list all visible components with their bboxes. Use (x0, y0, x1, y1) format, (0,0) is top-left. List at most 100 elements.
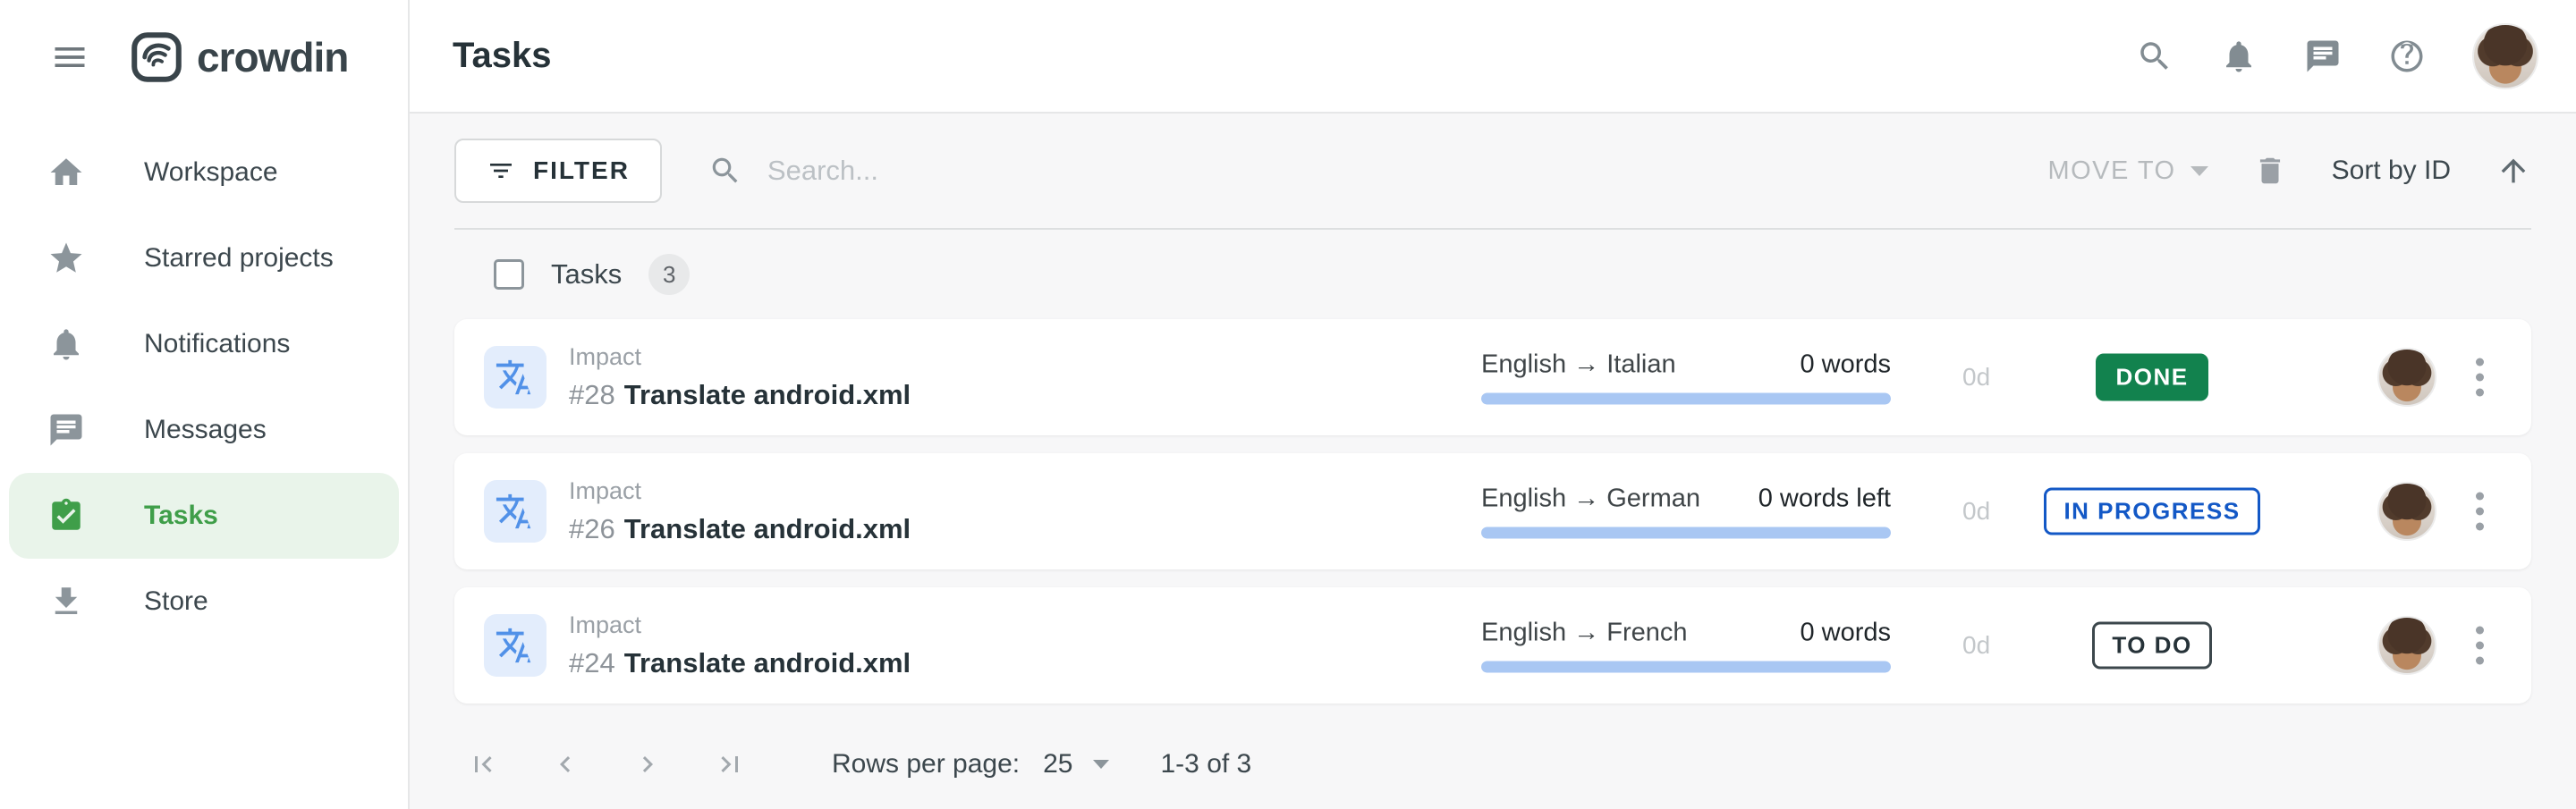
search-input[interactable] (767, 155, 1394, 187)
page-range-label: 1-3 of 3 (1161, 749, 1252, 780)
select-all-checkbox[interactable] (494, 259, 524, 290)
app-header: Tasks (410, 0, 2576, 114)
toolbar: FILTER MOVE TO Sort by ID (454, 114, 2531, 228)
bell-icon (47, 325, 85, 363)
task-id: #26 (569, 513, 615, 544)
search-icon[interactable] (2136, 38, 2174, 75)
next-page-button[interactable] (631, 748, 664, 780)
previous-page-button[interactable] (549, 748, 581, 780)
translate-icon (484, 480, 547, 543)
status-badge: IN PROGRESS (2044, 488, 2259, 535)
task-row[interactable]: Impact #26Translate android.xml English … (454, 453, 2531, 569)
move-to-button[interactable]: MOVE TO (2047, 156, 2207, 186)
star-icon (47, 240, 85, 277)
chevron-left-icon (549, 748, 581, 780)
messages-chat-icon[interactable] (2304, 38, 2342, 75)
task-id: #28 (569, 379, 615, 410)
task-due: 0d (1962, 631, 1990, 660)
move-to-label: MOVE TO (2047, 156, 2175, 186)
task-progress-block: English → French 0 words (1481, 619, 1891, 673)
home-icon (47, 154, 85, 191)
filter-icon (487, 156, 515, 185)
tasks-icon (47, 497, 85, 535)
task-language-pair: English → French (1481, 619, 1688, 648)
search-box (708, 154, 2048, 188)
last-page-button[interactable] (714, 748, 746, 780)
kebab-menu-icon[interactable] (2469, 485, 2491, 538)
sidebar-item-label: Notifications (144, 329, 290, 359)
task-count-badge: 3 (648, 254, 690, 295)
arrow-up-icon (2496, 153, 2531, 189)
task-progress-block: English → Italian 0 words (1481, 350, 1891, 405)
crowdin-logo[interactable]: crowdin (131, 31, 348, 83)
sidebar-header: crowdin (0, 0, 408, 114)
crowdin-logo-mark-icon (131, 31, 182, 83)
menu-icon[interactable] (50, 38, 89, 77)
sidebar-item-tasks[interactable]: Tasks (9, 473, 399, 559)
chevron-down-icon (1093, 760, 1109, 769)
translate-icon (484, 346, 547, 409)
progress-fill (1481, 662, 1891, 673)
chevron-down-icon (2190, 166, 2208, 176)
filter-button[interactable]: FILTER (454, 139, 662, 203)
task-project: Impact (569, 611, 911, 639)
task-title: Translate android.xml (624, 379, 911, 410)
sidebar-item-label: Tasks (144, 501, 218, 531)
user-avatar[interactable] (2472, 23, 2538, 89)
main-content: FILTER MOVE TO Sort by ID Tasks 3 (410, 114, 2576, 809)
sidebar-item-label: Messages (144, 415, 267, 445)
delete-button[interactable] (2253, 154, 2287, 188)
help-icon[interactable] (2388, 38, 2426, 75)
rows-per-page-label: Rows per page: (832, 749, 1020, 780)
sort-by-label: Sort by ID (2332, 156, 2451, 185)
notifications-bell-icon[interactable] (2220, 38, 2258, 75)
task-language-pair: English → German (1481, 485, 1700, 514)
translate-icon (484, 614, 547, 677)
sidebar-item-store[interactable]: Store (0, 559, 408, 645)
task-text: Impact #26Translate android.xml (569, 477, 911, 545)
sidebar-item-messages[interactable]: Messages (0, 387, 408, 473)
sidebar-item-starred-projects[interactable]: Starred projects (0, 215, 408, 301)
rows-per-page-select[interactable]: 25 (1043, 749, 1108, 780)
assignee-avatar (2377, 348, 2436, 407)
sort-direction-button[interactable] (2496, 153, 2531, 189)
assignee-avatar (2377, 482, 2436, 541)
sidebar: crowdin Workspace Starred projects Notif… (0, 0, 410, 809)
progress-fill (1481, 393, 1891, 405)
task-title: Translate android.xml (624, 513, 911, 544)
status-badge: TO DO (2092, 622, 2211, 670)
sort-by-button[interactable]: Sort by ID (2332, 156, 2451, 186)
task-due: 0d (1962, 497, 1990, 526)
toolbar-right: MOVE TO Sort by ID (2047, 153, 2531, 189)
task-words: 0 words (1800, 350, 1891, 380)
list-title: Tasks (551, 258, 622, 291)
sidebar-item-label: Starred projects (144, 243, 334, 274)
download-icon (47, 583, 85, 620)
chevron-right-icon (631, 748, 664, 780)
search-icon (708, 154, 742, 188)
task-row[interactable]: Impact #28 Translate android.xml English … (454, 319, 2531, 435)
filter-button-label: FILTER (533, 156, 630, 185)
sidebar-item-notifications[interactable]: Notifications (0, 301, 408, 387)
pagination: Rows per page: 25 1-3 of 3 (454, 721, 2531, 807)
progress-bar (1481, 527, 1891, 539)
kebab-menu-icon[interactable] (2469, 619, 2491, 672)
crowdin-wordmark: crowdin (197, 33, 348, 81)
kebab-menu-icon[interactable] (2469, 351, 2491, 404)
assignee-avatar (2377, 616, 2436, 675)
sidebar-item-workspace[interactable]: Workspace (0, 130, 408, 215)
first-page-button[interactable] (467, 748, 499, 780)
task-text: Impact #24Translate android.xml (569, 611, 911, 679)
header-actions (2136, 23, 2538, 89)
progress-bar (1481, 662, 1891, 673)
task-progress-block: English → German 0 words left (1481, 485, 1891, 539)
progress-fill (1481, 527, 1891, 539)
first-page-icon (467, 748, 499, 780)
sidebar-nav: Workspace Starred projects Notifications… (0, 114, 408, 645)
task-row[interactable]: Impact #24Translate android.xml English … (454, 587, 2531, 704)
task-id: #24 (569, 647, 615, 678)
sidebar-item-label: Workspace (144, 157, 278, 188)
task-project: Impact (569, 343, 911, 371)
last-page-icon (714, 748, 746, 780)
sidebar-item-label: Store (144, 586, 208, 617)
